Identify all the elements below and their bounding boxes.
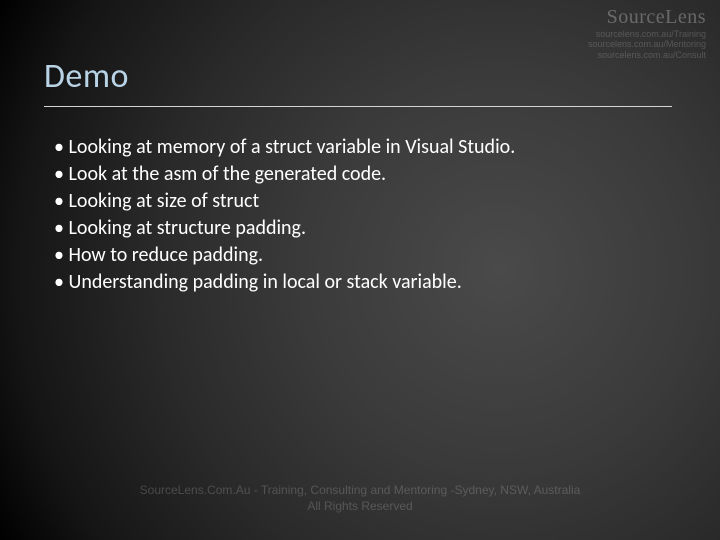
bullet-text: Look at the asm of the generated code. [68, 162, 386, 186]
bullet-item: • Understanding padding in local or stac… [54, 269, 660, 296]
bullet-text: Looking at structure padding. [68, 216, 306, 240]
watermark-top: SourceLens sourcelens.com.au/Training so… [588, 6, 706, 60]
bullet-item: • Looking at memory of a struct variable… [54, 134, 660, 161]
watermark-line: sourcelens.com.au/Mentoring [588, 39, 706, 49]
bullet-text: Looking at size of struct [68, 189, 259, 213]
footer-line: All Rights Reserved [0, 498, 720, 514]
bullet-item: • Looking at structure padding. [54, 215, 660, 242]
slide-body: • Looking at memory of a struct variable… [54, 134, 660, 296]
slide: SourceLens sourcelens.com.au/Training so… [0, 0, 720, 540]
bullet-text: Looking at memory of a struct variable i… [68, 135, 515, 159]
bullet-text: Understanding padding in local or stack … [68, 270, 461, 294]
bullet-text: How to reduce padding. [68, 243, 263, 267]
title-underline [44, 106, 672, 107]
watermark-line: sourcelens.com.au/Training [588, 29, 706, 39]
footer-line: SourceLens.Com.Au - Training, Consulting… [0, 482, 720, 498]
slide-title: Demo [44, 56, 129, 97]
watermark-brand: SourceLens [588, 6, 706, 29]
bullet-item: • Looking at size of struct [54, 188, 660, 215]
watermark-line: sourcelens.com.au/Consult [588, 50, 706, 60]
bullet-item: • Look at the asm of the generated code. [54, 161, 660, 188]
slide-footer: SourceLens.Com.Au - Training, Consulting… [0, 482, 720, 514]
bullet-item: • How to reduce padding. [54, 242, 660, 269]
